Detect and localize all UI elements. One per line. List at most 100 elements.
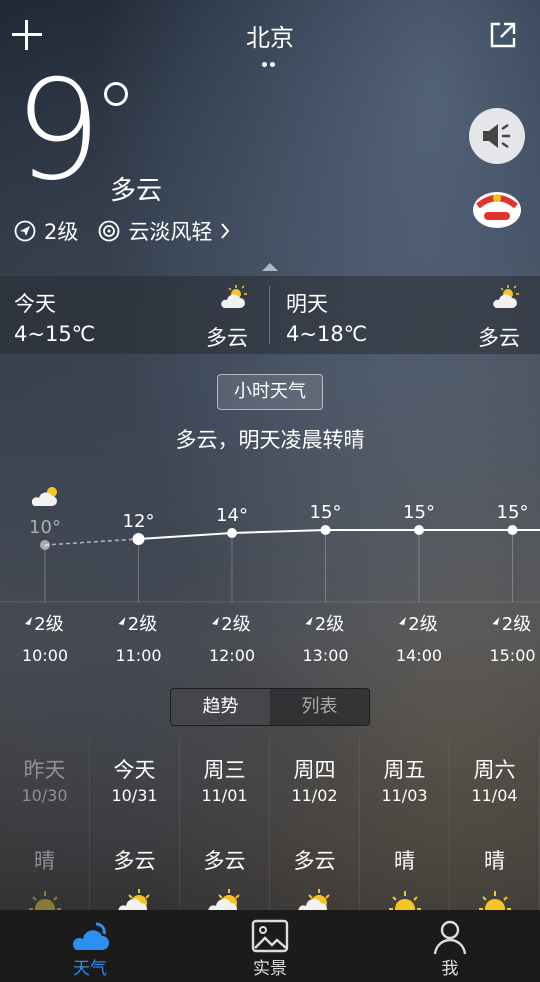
day-date: 11/03	[381, 786, 428, 805]
promo-badge[interactable]	[470, 184, 524, 232]
temp-point	[320, 525, 331, 535]
tomorrow-label: 明天	[286, 292, 328, 316]
day-divider	[269, 286, 270, 344]
current-condition: 多云	[110, 176, 163, 206]
temp-line	[138, 529, 540, 540]
temp-point	[227, 528, 237, 538]
day-weekday: 周四	[293, 758, 336, 782]
daily-day-column[interactable]: 周五 11/03 晴	[360, 738, 450, 915]
daily-day-column[interactable]: 周四 11/02 多云	[270, 738, 360, 915]
view-toggle: 趋势 列表	[170, 688, 370, 726]
hour-wind: 2级	[128, 614, 157, 635]
wind-direction-icon	[14, 220, 36, 242]
hourly-weather-button[interactable]: 小时天气	[217, 374, 323, 410]
nav-me[interactable]: 我	[360, 910, 540, 982]
hourly-chart[interactable]: 10° 2级 10:00 12° 2级 11:00 14° 2级 12:00 15° 2级 13:00…	[0, 470, 540, 670]
day-date: 11/04	[471, 786, 518, 805]
nav-weather-label: 天气	[73, 959, 107, 979]
user-icon	[433, 920, 467, 955]
tomorrow-condition: 多云	[478, 326, 520, 350]
temp-label: 15°	[497, 502, 529, 523]
day-condition: 晴	[394, 849, 415, 873]
day-weekday: 周五	[383, 758, 426, 782]
hour-time: 11:00	[115, 646, 161, 665]
nav-me-label: 我	[441, 959, 459, 979]
temp-label: 14°	[216, 505, 248, 526]
wind-arrow-icon	[212, 617, 219, 625]
partly-cloudy-icon	[31, 487, 57, 506]
bottom-nav: 天气 实景 我	[0, 910, 540, 982]
temp-point	[132, 533, 145, 545]
nav-scene-label: 实景	[253, 959, 287, 979]
temp-point	[40, 540, 50, 550]
wind-air-row[interactable]: 2级 云淡风轻	[14, 216, 230, 246]
day-condition: 多云	[203, 849, 246, 873]
day-weekday: 周三	[203, 758, 246, 782]
nav-scene[interactable]: 实景	[180, 910, 360, 982]
daily-day-column[interactable]: 周六 11/04 晴	[450, 738, 540, 915]
hour-wind: 2级	[315, 614, 344, 635]
day-weekday: 今天	[113, 758, 156, 782]
day-weekday: 周六	[473, 758, 516, 782]
current-temperature: 9	[14, 50, 102, 211]
partly-cloudy-icon	[221, 285, 247, 308]
hour-time: 12:00	[209, 646, 255, 665]
temp-point	[414, 525, 424, 535]
wind-arrow-icon	[25, 617, 32, 625]
tab-list[interactable]: 列表	[270, 689, 369, 725]
hourly-summary: 多云，明天凌晨转晴	[175, 428, 365, 452]
day-condition: 晴	[34, 849, 55, 873]
hour-time: 15:00	[489, 646, 535, 665]
temp-label: 15°	[403, 502, 435, 523]
wind-level: 2级	[44, 220, 79, 244]
partly-cloudy-icon	[493, 285, 519, 308]
hour-time: 13:00	[302, 646, 348, 665]
speaker-icon	[483, 124, 510, 148]
daily-day-column[interactable]: 周三 11/01 多云	[180, 738, 270, 915]
nav-weather[interactable]: 天气	[0, 910, 180, 982]
day-condition: 晴	[484, 849, 505, 873]
today-condition: 多云	[206, 326, 248, 350]
share-icon	[490, 22, 516, 48]
temp-label: 10°	[29, 517, 61, 538]
wind-arrow-icon	[118, 617, 126, 625]
hour-wind: 2级	[502, 614, 531, 635]
hour-time: 10:00	[22, 646, 68, 665]
daily-day-column[interactable]: 今天 10/31 多云	[90, 738, 180, 915]
promo-logo-icon	[473, 192, 521, 228]
degree-symbol	[104, 82, 128, 106]
tomorrow-range: 4~18℃	[286, 322, 368, 346]
hour-wind: 2级	[34, 614, 63, 635]
today-card[interactable]: 今天 4~15℃ 多云	[0, 276, 268, 354]
temp-label: 12°	[123, 511, 155, 532]
wind-arrow-icon	[305, 617, 313, 625]
collapse-handle[interactable]	[261, 258, 279, 271]
today-range: 4~15℃	[14, 322, 96, 346]
day-summary-bar: 今天 4~15℃ 多云 明天 4~18℃ 多云	[0, 276, 540, 354]
day-condition: 多云	[113, 849, 156, 873]
city-name[interactable]: 北京	[0, 18, 540, 53]
wind-arrow-icon	[492, 617, 500, 625]
image-icon	[251, 919, 289, 953]
day-date: 11/01	[201, 786, 248, 805]
air-quality-text: 云淡风轻	[128, 220, 213, 244]
tomorrow-card[interactable]: 明天 4~18℃ 多云	[272, 276, 540, 354]
day-condition: 多云	[293, 849, 336, 873]
share-button[interactable]	[488, 20, 518, 50]
voice-broadcast-button[interactable]	[469, 108, 525, 164]
temp-point	[507, 525, 518, 535]
wind-arrow-icon	[399, 617, 406, 625]
tab-trend[interactable]: 趋势	[171, 689, 270, 725]
day-date: 10/31	[111, 786, 158, 805]
chevron-up-icon	[262, 263, 278, 271]
air-quality-icon	[98, 220, 120, 242]
daily-forecast: 昨天 10/30 晴 今天 10/31 多云 周三 11/01 多云 周四 11/02 多云 周五 11/…	[0, 738, 540, 915]
hour-wind: 2级	[408, 614, 437, 635]
hour-time: 14:00	[396, 646, 442, 665]
day-date: 11/02	[291, 786, 338, 805]
daily-day-column[interactable]: 昨天 10/30 晴	[0, 738, 90, 915]
day-date: 10/30	[21, 786, 68, 805]
chevron-right-icon	[221, 223, 230, 239]
today-label: 今天	[14, 292, 56, 316]
hour-wind: 2级	[221, 614, 250, 635]
